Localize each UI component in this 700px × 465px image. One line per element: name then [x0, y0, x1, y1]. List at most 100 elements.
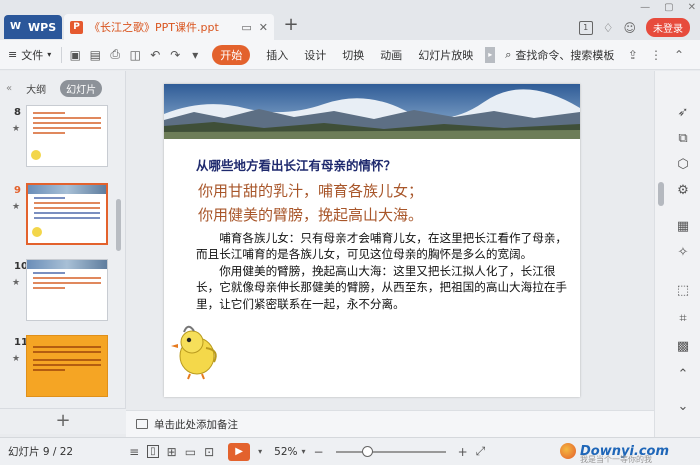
tab-transition[interactable]: 切换	[342, 47, 364, 63]
watermark-subtext: 我是当个一等你的我	[580, 455, 652, 464]
wps-home-tab[interactable]: W WPS	[4, 15, 62, 39]
more-options-icon[interactable]: ⋮	[650, 48, 662, 62]
notes-bar[interactable]: 单击此处添加备注	[126, 410, 654, 437]
chevron-down-icon: ▾	[47, 50, 52, 59]
tab-design[interactable]: 设计	[304, 47, 326, 63]
notes-toggle-icon[interactable]: ≡	[129, 445, 139, 459]
collapse-ribbon-icon[interactable]: ⌃	[674, 48, 684, 62]
redo-icon[interactable]: ↷	[166, 48, 184, 62]
more-quick-icon[interactable]: ▾	[186, 48, 204, 62]
object-icon[interactable]: ⧉	[675, 131, 691, 147]
close-window-icon[interactable]: ✕	[688, 2, 696, 16]
zoom-out-icon[interactable]: −	[314, 445, 324, 459]
slide-paragraph: 你用健美的臂膀，挽起高山大海：这里又把长江拟人化了，长江很长，它就像母亲伸长那健…	[196, 263, 568, 311]
more-tabs-button[interactable]: ▸	[485, 46, 496, 63]
crop-icon[interactable]: ⌗	[675, 311, 691, 327]
animation-star-icon: ★	[12, 278, 21, 288]
undo-icon[interactable]: ↶	[146, 48, 164, 62]
sorter-view-icon[interactable]: ⊞	[167, 445, 177, 459]
notes-icon	[136, 419, 148, 429]
zoom-slider-knob[interactable]	[361, 445, 373, 457]
slide-thumbnail-selected[interactable]	[26, 183, 108, 245]
notes-placeholder: 单击此处添加备注	[154, 418, 238, 431]
landscape-banner-image	[164, 84, 580, 139]
scroll-up-icon[interactable]: ⌃	[675, 367, 691, 383]
print-icon[interactable]: ⎙	[106, 47, 124, 62]
skin-icon[interactable]: ♢	[603, 21, 614, 35]
collapse-panel-icon[interactable]: «	[6, 83, 12, 94]
animation-icon[interactable]: ✧	[675, 245, 691, 261]
right-sidebar: ➶ ⧉ ⬡ ⚙ ▦ ✧ ⬚ ⌗ ▩ ⌃ ⌄	[654, 71, 700, 437]
play-dropdown-icon[interactable]: ▾	[258, 447, 262, 456]
presenter-view-icon[interactable]: ⊡	[204, 445, 214, 459]
animation-star-icon: ★	[12, 354, 21, 364]
search-icon: ⌕	[505, 47, 512, 61]
current-slide[interactable]: 从哪些地方看出长江有母亲的情怀？ 你用甘甜的乳汁，哺育各族儿女； 你用健美的臂膀…	[164, 84, 580, 397]
slide-panel: « 大纲 幻灯片 8 ★ 9 ★ 10 ★ 11 ★	[0, 71, 126, 410]
minimize-icon[interactable]: —	[640, 2, 650, 16]
app-name: WPS	[28, 20, 57, 34]
watermark-logo-icon	[560, 443, 576, 459]
add-slide-button[interactable]: +	[0, 408, 126, 434]
slide-count: 幻灯片 9 / 22	[8, 446, 74, 458]
tab-outline[interactable]: 大纲	[26, 81, 46, 96]
select-pointer-icon[interactable]: ➶	[675, 105, 691, 121]
zoom-in-icon[interactable]: +	[458, 445, 468, 459]
zoom-value[interactable]: 52%	[274, 446, 297, 458]
slide-thumbnail-row[interactable]: 9 ★	[0, 183, 116, 249]
slide-thumbnail[interactable]	[26, 335, 108, 397]
export-pdf-icon[interactable]: ▤	[86, 48, 104, 62]
document-title: 《长江之歌》PPT课件.ppt	[89, 21, 219, 34]
ppt-file-icon: P	[70, 20, 83, 34]
window-mode-icon[interactable]: ▭	[241, 21, 251, 34]
main-toolbar: ≡ 文件 ▾ ▣ ▤ ⎙ ◫ ↶ ↷ ▾ 开始 插入 设计 切换 动画 幻灯片放…	[0, 40, 700, 70]
title-bar-right: 1 ♢ ☺ 未登录	[578, 18, 690, 37]
slide-thumbnail[interactable]	[26, 105, 108, 167]
user-icon[interactable]: ☺	[623, 21, 636, 35]
close-tab-icon[interactable]: ✕	[259, 21, 268, 34]
wps-logo-icon: W	[10, 21, 22, 32]
frame-icon[interactable]: ⬚	[675, 283, 691, 299]
scroll-down-icon[interactable]: ⌄	[675, 399, 691, 415]
slide-lyric-line: 你用健美的臂膀，挽起高山大海。	[198, 206, 424, 224]
vertical-scrollbar[interactable]	[658, 182, 664, 206]
command-search-label: 查找命令、搜索模板	[515, 48, 615, 62]
page-count-icon[interactable]: 1	[578, 20, 593, 35]
command-search[interactable]: ⌕ 查找命令、搜索模板	[505, 47, 614, 63]
tab-animation[interactable]: 动画	[380, 47, 402, 63]
normal-view-icon[interactable]: ▯	[147, 445, 159, 458]
slide-number: 9	[14, 185, 21, 196]
tab-insert[interactable]: 插入	[266, 47, 288, 63]
fit-window-icon[interactable]: ⤢	[476, 444, 486, 459]
slide-thumbnail-row[interactable]: 11 ★	[0, 335, 116, 401]
zoom-slider[interactable]	[335, 445, 446, 457]
reading-view-icon[interactable]: ▭	[185, 445, 196, 459]
slide-number: 8	[14, 107, 21, 118]
new-tab-button[interactable]: +	[282, 16, 300, 34]
tab-home[interactable]: 开始	[212, 44, 251, 65]
window-controls: — ▢ ✕	[640, 2, 696, 16]
share-icon[interactable]: ⇪	[628, 48, 638, 62]
login-button[interactable]: 未登录	[646, 18, 690, 37]
tab-slides[interactable]: 幻灯片	[60, 79, 103, 97]
file-menu-button[interactable]: ≡ 文件 ▾	[8, 47, 51, 63]
slide-thumbnail[interactable]	[26, 259, 108, 321]
animation-star-icon: ★	[12, 202, 21, 212]
slide-question: 从哪些地方看出长江有母亲的情怀？	[196, 158, 397, 173]
panel-scrollbar[interactable]	[116, 199, 121, 251]
save-icon[interactable]: ▣	[66, 48, 84, 62]
play-slideshow-button[interactable]: ▶	[228, 442, 251, 461]
toolbar-right: ⇪ ⋮ ⌃	[628, 48, 700, 62]
maximize-icon[interactable]: ▢	[664, 2, 673, 16]
slide-lyric-line: 你用甘甜的乳汁，哺育各族儿女；	[198, 182, 424, 200]
zoom-dropdown-icon[interactable]: ▾	[302, 447, 306, 456]
image-icon[interactable]: ▦	[675, 219, 691, 235]
shape-icon[interactable]: ⬡	[675, 157, 691, 173]
slide-thumbnail-row[interactable]: 10 ★	[0, 259, 116, 325]
print-preview-icon[interactable]: ◫	[126, 48, 144, 62]
slide-thumbnail-row[interactable]: 8 ★	[0, 105, 116, 171]
table-icon[interactable]: ▩	[675, 339, 691, 355]
tab-slideshow[interactable]: 幻灯片放映	[418, 47, 473, 63]
document-tab[interactable]: P 《长江之歌》PPT课件.ppt ▭ ✕	[64, 14, 274, 40]
adjust-icon[interactable]: ⚙	[675, 183, 691, 199]
